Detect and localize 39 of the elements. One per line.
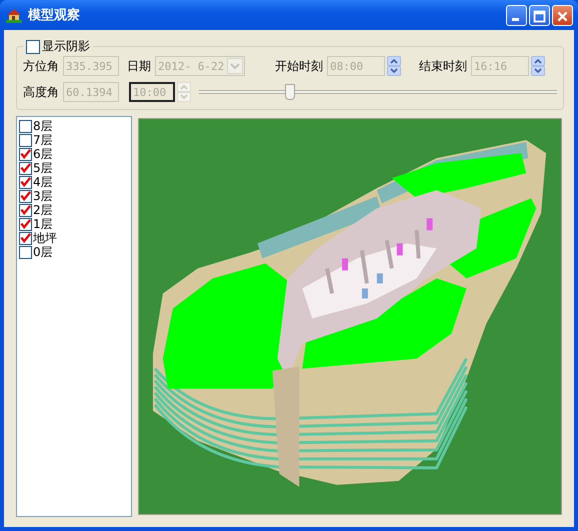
start-time-spinner[interactable]: [387, 56, 401, 76]
floor-label: 5层: [33, 160, 53, 176]
altitude-label: 高度角: [23, 84, 59, 100]
floor-checkbox[interactable]: [19, 218, 32, 230]
spinner-arrows-icon: [387, 56, 401, 76]
end-time-spinner[interactable]: [531, 56, 545, 76]
floor-checkbox[interactable]: [19, 246, 32, 258]
floor-label: 1层: [33, 216, 53, 232]
floor-checkbox[interactable]: [19, 176, 32, 188]
floor-checkbox[interactable]: [19, 120, 32, 132]
floor-checkbox[interactable]: [19, 190, 32, 202]
shadow-checkbox[interactable]: [26, 40, 40, 54]
window-title: 模型观察: [28, 6, 80, 24]
floor-label: 4层: [33, 174, 53, 190]
close-button[interactable]: [552, 4, 573, 26]
minimize-button[interactable]: [506, 4, 527, 26]
minimize-icon: [512, 18, 519, 20]
maximize-button[interactable]: [529, 4, 550, 26]
floor-checkbox[interactable]: [19, 134, 32, 146]
house-icon: [6, 7, 22, 23]
spinner-arrows-icon: [177, 82, 191, 102]
floor-checkbox[interactable]: [19, 162, 32, 174]
floor-label: 0层: [33, 244, 53, 260]
floor-checkbox[interactable]: [19, 232, 32, 244]
floor-label: 8层: [33, 118, 53, 134]
floor-checkbox[interactable]: [19, 204, 32, 216]
end-time-label: 结束时刻: [419, 58, 467, 74]
date-label: 日期: [127, 58, 151, 74]
floor-checkbox[interactable]: [19, 148, 32, 160]
floor-label: 3层: [33, 188, 53, 204]
floor-label: 地坪: [33, 230, 57, 246]
azimuth-label: 方位角: [23, 58, 59, 74]
shadow-label: 显示阴影: [42, 38, 90, 55]
start-time-label: 开始时刻: [275, 58, 323, 74]
floor-label: 7层: [33, 132, 53, 148]
floor-label: 2层: [33, 202, 53, 218]
spinner-arrows-icon: [531, 56, 545, 76]
floor-label: 6层: [33, 146, 53, 162]
slider-thumb[interactable]: [284, 84, 294, 100]
